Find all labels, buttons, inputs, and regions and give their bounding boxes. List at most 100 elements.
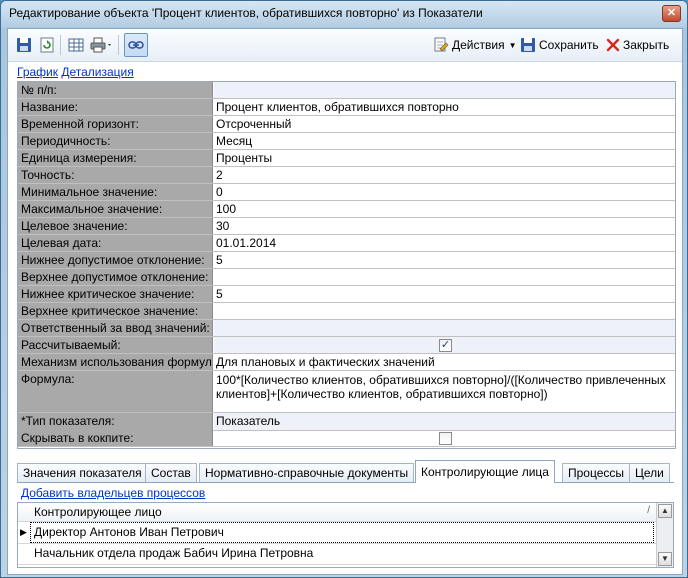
field-value[interactable]: 5: [214, 286, 675, 302]
field-row[interactable]: *Тип показателя: Показатель: [18, 413, 675, 431]
close-label: Закрыть: [623, 38, 670, 52]
chain-link-icon: [128, 41, 144, 49]
tab-goals[interactable]: Цели: [629, 463, 670, 482]
sort-icon: /: [647, 505, 650, 516]
add-process-owners-link[interactable]: Добавить владельцев процессов: [21, 486, 205, 500]
tab-controlling-persons[interactable]: Контролирующие лица: [415, 460, 555, 483]
field-value[interactable]: 01.01.2014: [214, 235, 675, 251]
field-value: ✓: [214, 337, 675, 353]
toolbar-separator: [118, 35, 119, 55]
field-row[interactable]: Целевая дата: 01.01.2014: [18, 235, 675, 252]
field-row[interactable]: Целевое значение: 30: [18, 218, 675, 235]
edit-document-icon: [434, 37, 449, 52]
field-row[interactable]: Рассчитываемый: ✓: [18, 337, 675, 354]
list-item[interactable]: Начальник отдела продаж Бабич Ирина Петр…: [18, 543, 656, 565]
tab-processes[interactable]: Процессы: [562, 463, 631, 482]
field-row[interactable]: Механизм использования формулы: Для план…: [18, 354, 675, 371]
field-value[interactable]: 0: [214, 184, 675, 200]
list-item[interactable]: ▶ Директор Антонов Иван Петрович: [18, 522, 656, 544]
tab-reference-documents[interactable]: Нормативно-справочные документы: [199, 463, 415, 482]
field-row[interactable]: Нижнее допустимое отклонение: 5: [18, 252, 675, 269]
window-title: Редактирование объекта 'Процент клиентов…: [9, 6, 483, 20]
field-value[interactable]: Для плановых и фактических значений: [214, 354, 675, 370]
field-row[interactable]: Ответственный за ввод значений:: [18, 320, 675, 337]
refresh-icon-button[interactable]: [39, 36, 55, 54]
actions-label: Действия: [452, 38, 505, 52]
column-header-label: Контролирующее лицо: [34, 505, 162, 519]
field-value[interactable]: Месяц: [214, 133, 675, 149]
close-button[interactable]: Закрыть: [606, 36, 669, 54]
field-value[interactable]: Проценты: [214, 150, 675, 166]
field-label: Периодичность:: [18, 133, 213, 149]
save-button[interactable]: Сохранить: [520, 36, 599, 54]
table-icon: [68, 38, 84, 52]
checkmark-icon: ✓: [440, 339, 451, 351]
field-value[interactable]: Показатель: [214, 413, 675, 430]
link-toggle-button[interactable]: [124, 33, 148, 57]
list-item-label: Начальник отдела продаж Бабич Ирина Петр…: [34, 546, 314, 560]
field-label: Точность:: [18, 167, 213, 183]
formula-value[interactable]: 100*[Количество клиентов, обратившихся п…: [214, 371, 675, 414]
table-view-button[interactable]: [68, 36, 84, 54]
chevron-down-icon: ▼: [508, 40, 517, 50]
field-label: Рассчитываемый:: [18, 337, 213, 353]
vertical-scrollbar[interactable]: ▲ ▼: [656, 503, 673, 567]
field-value[interactable]: [214, 303, 675, 319]
field-value[interactable]: 30: [214, 218, 675, 234]
hide-in-cockpit-checkbox[interactable]: [439, 432, 452, 445]
field-label: Единица измерения:: [18, 150, 213, 166]
detail-link[interactable]: Детализация: [61, 65, 133, 79]
field-row[interactable]: Верхнее допустимое отклонение:: [18, 269, 675, 286]
print-button[interactable]: [90, 36, 114, 54]
red-cross-icon: [606, 38, 620, 52]
field-value[interactable]: 2: [214, 167, 675, 183]
field-label: Верхнее допустимое отклонение:: [18, 269, 213, 285]
field-row[interactable]: Точность: 2: [18, 167, 675, 184]
property-grid: № п/п: Название: Процент клиентов, обрат…: [17, 81, 676, 449]
field-value[interactable]: [214, 82, 675, 98]
field-row[interactable]: Временной горизонт: Отсроченный: [18, 116, 675, 133]
list-item-label: Директор Антонов Иван Петрович: [34, 525, 224, 539]
actions-menu-button[interactable]: Действия ▼: [433, 36, 517, 54]
tab-composition[interactable]: Состав: [145, 463, 197, 482]
column-header[interactable]: Контролирующее лицо /: [18, 503, 656, 522]
field-row[interactable]: Название: Процент клиентов, обратившихся…: [18, 99, 675, 116]
window-close-button[interactable]: ✕: [662, 5, 681, 22]
toolbar: Действия ▼ Сохранить Закрыть: [8, 29, 682, 62]
field-label: Минимальное значение:: [18, 184, 213, 200]
field-label: Формула:: [18, 371, 213, 412]
field-row[interactable]: Нижнее критическое значение: 5: [18, 286, 675, 303]
field-value[interactable]: [214, 269, 675, 285]
field-label: Временной горизонт:: [18, 116, 213, 132]
row-pointer-icon: ▶: [20, 527, 27, 537]
field-row[interactable]: Скрывать в кокпите:: [18, 430, 675, 447]
field-label: Максимальное значение:: [18, 201, 213, 217]
field-value[interactable]: 100: [214, 201, 675, 217]
field-label: Ответственный за ввод значений:: [18, 320, 213, 336]
field-label: Название:: [18, 99, 213, 115]
field-row[interactable]: Единица измерения: Проценты: [18, 150, 675, 167]
field-label: Нижнее допустимое отклонение:: [18, 252, 213, 268]
chart-link[interactable]: График: [17, 65, 58, 79]
field-row[interactable]: Верхнее критическое значение:: [18, 303, 675, 320]
scroll-up-arrow-icon[interactable]: ▲: [658, 504, 672, 518]
field-label: Целевое значение:: [18, 218, 213, 234]
field-value[interactable]: 5: [214, 252, 675, 268]
floppy-icon: [17, 38, 31, 52]
field-row[interactable]: Минимальное значение: 0: [18, 184, 675, 201]
field-value[interactable]: [214, 320, 675, 336]
title-bar[interactable]: Редактирование объекта 'Процент клиентов…: [1, 1, 687, 27]
field-row[interactable]: Максимальное значение: 100: [18, 201, 675, 218]
tab-indicator-values[interactable]: Значения показателя: [17, 463, 148, 482]
save-icon-button[interactable]: [16, 36, 32, 54]
field-label: Верхнее критическое значение:: [18, 303, 213, 319]
field-value[interactable]: Отсроченный: [214, 116, 675, 132]
scroll-down-arrow-icon[interactable]: ▼: [658, 552, 672, 566]
field-row[interactable]: № п/п:: [18, 82, 675, 99]
field-row[interactable]: Периодичность: Месяц: [18, 133, 675, 150]
field-row[interactable]: Формула: 100*[Количество клиентов, обрат…: [18, 371, 675, 413]
field-value[interactable]: Процент клиентов, обратившихся повторно: [214, 99, 675, 115]
tab-strip: Значения показателя Состав Нормативно-сп…: [17, 460, 674, 483]
calculated-checkbox[interactable]: ✓: [439, 339, 452, 352]
field-label: Механизм использования формулы:: [18, 354, 213, 370]
